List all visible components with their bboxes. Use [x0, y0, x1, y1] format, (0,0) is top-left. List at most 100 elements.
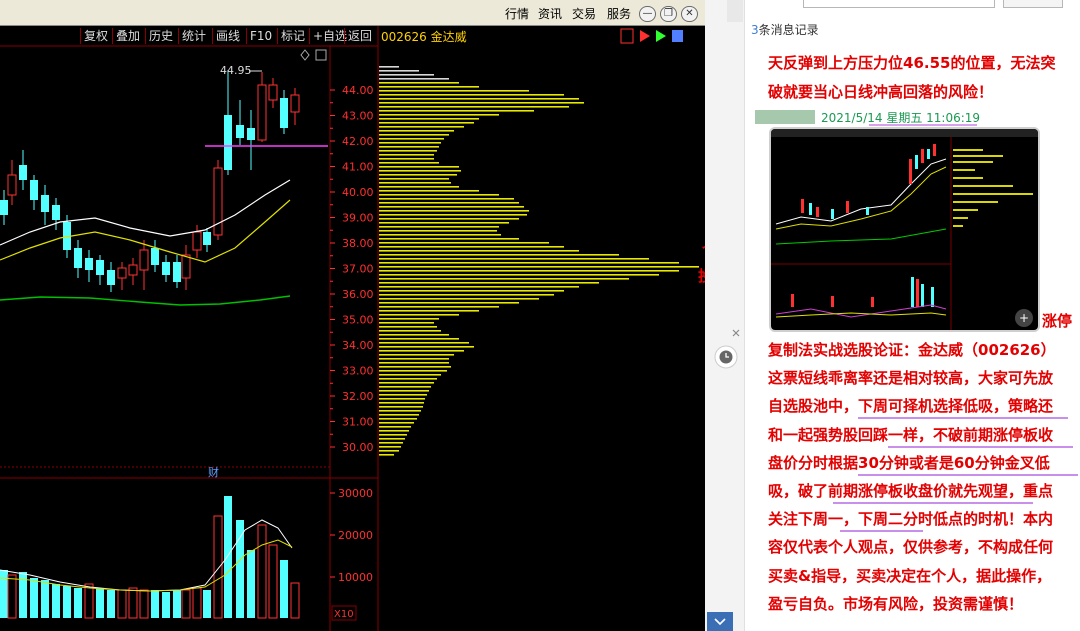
profile-bar — [379, 270, 679, 272]
chat-history-panel: 3条消息记录 天反弹到上方压力位46.55的位置，无法突 破就要当心日线冲高回落… — [705, 0, 1080, 631]
profile-bar — [379, 170, 461, 172]
candle-body-up — [128, 264, 138, 276]
profile-bar — [379, 254, 619, 256]
profile-bar — [379, 386, 431, 388]
profile-bar — [379, 414, 419, 416]
profile-bar — [379, 154, 434, 156]
profile-bar — [379, 314, 459, 316]
profile-bar — [379, 418, 417, 420]
message-body-line: 盘价分时根据30分钟或者是60分钟金叉低 — [768, 453, 1050, 472]
candle-body-down — [74, 248, 82, 268]
price-tick-label: 37.00 — [342, 263, 374, 276]
volume-bar-up — [7, 574, 17, 619]
profile-bar — [379, 330, 441, 332]
profile-bar — [379, 286, 579, 288]
volume-bar-down — [74, 588, 82, 618]
profile-bar — [379, 114, 499, 116]
volume-bar-down — [52, 584, 60, 618]
profile-bar — [379, 230, 497, 232]
profile-bar — [379, 178, 449, 180]
profile-bar — [379, 390, 429, 392]
profile-bar — [379, 70, 419, 72]
profile-bar — [379, 158, 434, 160]
profile-bar — [379, 346, 474, 348]
candle-body-up — [268, 84, 278, 101]
volume-bar-up — [290, 582, 300, 619]
profile-bar — [379, 194, 499, 196]
profile-bar — [379, 318, 439, 320]
message-body-line: 复制法实战选股论证：金达威（002626） — [768, 341, 1056, 359]
profile-bar — [379, 242, 549, 244]
candle-body-up — [192, 231, 202, 251]
volume-unit: X10 — [334, 609, 354, 620]
profile-bar — [379, 134, 449, 136]
close-icon[interactable] — [732, 329, 740, 337]
profile-bar — [379, 198, 514, 200]
message-count: 3条消息记录 — [751, 23, 819, 37]
candle-body-down — [30, 180, 38, 200]
volume-bar-up — [117, 589, 127, 619]
volume-bar-up — [192, 587, 202, 619]
scroll-down-button[interactable] — [707, 612, 733, 631]
profile-bar — [379, 82, 459, 84]
candle-body-up — [257, 84, 267, 141]
profile-bar — [379, 350, 464, 352]
price-tick-label: 35.00 — [342, 314, 374, 327]
profile-bar — [379, 406, 423, 408]
profile-bar — [379, 454, 394, 456]
profile-bar — [379, 290, 564, 292]
profile-bar — [379, 94, 564, 96]
volume-bar-down — [162, 592, 170, 618]
profile-bar — [379, 258, 649, 260]
ma-green-line — [0, 295, 291, 306]
volume-bar-down — [203, 590, 211, 618]
profile-bar — [379, 142, 441, 144]
volume-bar-down — [173, 590, 181, 618]
profile-bar — [379, 282, 599, 284]
profile-bar — [379, 202, 519, 204]
profile-bar — [379, 190, 479, 192]
volume-tick-label: 30000 — [338, 487, 373, 500]
profile-bar — [379, 278, 629, 280]
volume-axis: 30000 20000 10000 — [330, 487, 373, 584]
price-tick-label: 31.00 — [342, 416, 374, 429]
profile-bar — [379, 234, 501, 236]
message-body-line: 关注下周一，下周二分时低点的时机！本内 — [768, 510, 1054, 529]
profile-bar — [379, 66, 399, 68]
flag-icon[interactable] — [640, 30, 650, 42]
profile-bar — [379, 122, 474, 124]
expand-icon[interactable] — [315, 49, 327, 61]
profile-bar — [379, 102, 584, 104]
price-tick-label: 44.00 — [342, 84, 374, 97]
profile-bar — [379, 434, 407, 436]
window-icon[interactable] — [620, 28, 634, 44]
price-tick-label: 43.00 — [342, 110, 374, 123]
chart-thumbnail-image[interactable]: + — [769, 127, 1040, 332]
profile-bar — [379, 342, 469, 344]
search-button[interactable] — [1003, 0, 1063, 8]
price-tick-label: 39.00 — [342, 212, 374, 225]
diamond-icon[interactable] — [300, 49, 310, 61]
profile-bar — [379, 110, 534, 112]
profile-bar — [379, 74, 434, 76]
search-input[interactable] — [803, 0, 995, 8]
price-tick-label: 34.00 — [342, 339, 374, 352]
profile-bar — [379, 302, 519, 304]
profile-bar — [379, 338, 459, 340]
candle-body-down — [52, 205, 60, 220]
candle-body-down — [41, 195, 49, 212]
candle-body-up — [117, 267, 127, 279]
candle-body-up — [7, 174, 17, 196]
profile-bar — [379, 446, 401, 448]
profile-bar — [379, 442, 403, 444]
play-icon[interactable] — [656, 30, 666, 42]
candle-body-up — [290, 94, 300, 113]
chat-left-strip — [705, 0, 745, 631]
volume-tick-label: 20000 — [338, 529, 373, 542]
profile-bar — [379, 398, 425, 400]
grid-icon[interactable] — [672, 30, 683, 42]
volume-bar-down — [224, 496, 232, 618]
profile-bar — [379, 182, 451, 184]
price-tick-label: 36.00 — [342, 288, 374, 301]
profile-bar — [379, 246, 564, 248]
